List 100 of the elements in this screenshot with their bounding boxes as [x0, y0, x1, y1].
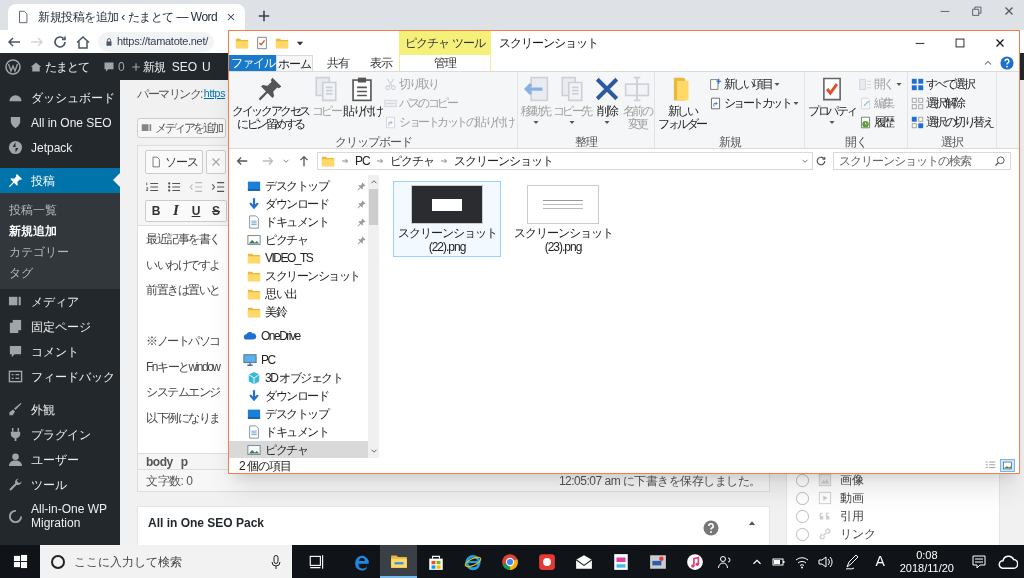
- ribbon-button[interactable]: すべて選択: [910, 76, 974, 92]
- breadcrumb-item[interactable]: ピクチャ: [389, 152, 434, 170]
- comments-link[interactable]: 0: [103, 57, 125, 76]
- reload-icon[interactable]: [52, 33, 68, 50]
- address-field[interactable]: PC ピクチャ スクリーンショット: [317, 152, 813, 170]
- indent-icon[interactable]: [211, 180, 225, 194]
- search-field[interactable]: スクリーンショットの検索: [833, 152, 1011, 170]
- submenu-item[interactable]: 投稿一覧: [9, 199, 57, 220]
- ribbon-tab[interactable]: ファイル: [229, 55, 276, 71]
- scrollbar-thumb[interactable]: [369, 189, 378, 225]
- submenu-item[interactable]: 新規追加: [9, 220, 57, 241]
- ribbon-button[interactable]: 履歴: [858, 114, 893, 130]
- nav-item[interactable]: VIDEO_TS: [229, 249, 368, 267]
- sidebar-item[interactable]: コメント: [0, 339, 120, 364]
- refresh-icon[interactable]: [815, 155, 827, 167]
- sidebar-item[interactable]: メディア: [0, 289, 120, 314]
- file-item[interactable]: スクリーンショット (23).png: [509, 181, 617, 257]
- help-icon[interactable]: [1000, 56, 1014, 70]
- site-link[interactable]: たまとて: [30, 57, 89, 76]
- sidebar-item[interactable]: All-in-One WP Migration: [0, 497, 120, 535]
- ribbon-button[interactable]: 選択の切り替え: [910, 114, 993, 130]
- ribbon-tab[interactable]: 管理: [399, 55, 491, 71]
- ribbon-button[interactable]: ショートカット: [708, 95, 801, 111]
- checked-document-icon[interactable]: [255, 36, 269, 50]
- menu-link[interactable]: U: [202, 57, 211, 76]
- submenu-item[interactable]: タグ: [9, 262, 33, 283]
- nav-item[interactable]: 思い出: [229, 285, 368, 303]
- browser-tab[interactable]: 新規投稿を追加 ‹ たまとて — Word: [8, 4, 246, 30]
- speaker-icon[interactable]: [817, 553, 834, 570]
- ime-indicator[interactable]: A: [875, 551, 885, 572]
- nav-item[interactable]: 美鈴: [229, 303, 368, 321]
- radio-option[interactable]: 引用: [795, 507, 999, 525]
- scrollbar[interactable]: [368, 175, 379, 458]
- radio-option[interactable]: リンク: [795, 525, 999, 543]
- logo-icon[interactable]: [5, 58, 21, 75]
- ribbon-tab[interactable]: 表示: [362, 55, 399, 71]
- ribbon-button[interactable]: プロパティ: [807, 76, 857, 133]
- breadcrumb-item[interactable]: スクリーンショット: [453, 152, 553, 170]
- nav-item[interactable]: ダウンロード: [229, 387, 368, 405]
- submenu-item[interactable]: カテゴリー: [9, 241, 69, 262]
- nav-item[interactable]: ダウンロード: [229, 195, 368, 213]
- format-button[interactable]: I: [166, 201, 186, 221]
- numbered-list-icon[interactable]: [145, 180, 159, 194]
- nav-item[interactable]: OneDrive: [229, 327, 368, 345]
- file-item[interactable]: スクリーンショット (22).png: [393, 181, 501, 257]
- ribbon-button[interactable]: 新しい項目: [708, 76, 782, 92]
- nav-item[interactable]: ドキュメント: [229, 423, 368, 441]
- back-icon[interactable]: [235, 154, 249, 168]
- sidebar-item[interactable]: プラグイン: [0, 422, 120, 447]
- people-icon[interactable]: [717, 553, 734, 570]
- permalink-link[interactable]: https: [203, 86, 226, 102]
- sidebar-item[interactable]: ツール: [0, 472, 120, 497]
- nav-item[interactable]: 3D オブジェクト: [229, 369, 368, 387]
- search-box[interactable]: ここに入力して検索: [40, 545, 292, 578]
- taskbar-button[interactable]: [380, 545, 417, 578]
- path-element[interactable]: body: [146, 452, 173, 471]
- radio-option[interactable]: 動画: [795, 489, 999, 507]
- sidebar-item[interactable]: フィードバック: [0, 364, 120, 389]
- sidebar-item[interactable]: All in One SEO: [0, 110, 120, 135]
- maximize-icon[interactable]: [953, 36, 967, 50]
- ribbon-tab[interactable]: ホーム: [276, 55, 313, 71]
- nav-item[interactable]: スクリーンショット: [229, 267, 368, 285]
- search-field[interactable]: ここに入力して検索: [74, 552, 260, 571]
- source-button[interactable]: ソース: [145, 150, 203, 174]
- ribbon-button[interactable]: 貼り付け: [342, 76, 383, 133]
- new-link[interactable]: 新規: [130, 57, 165, 76]
- format-button[interactable]: B: [146, 201, 166, 221]
- sidebar-item[interactable]: ダッシュボード: [0, 85, 120, 110]
- format-button[interactable]: S: [206, 201, 226, 221]
- sidebar-item[interactable]: 投稿: [0, 168, 120, 193]
- restore-icon[interactable]: [970, 4, 984, 18]
- view-button[interactable]: [1000, 459, 1015, 472]
- radio-option[interactable]: 画像: [795, 471, 999, 489]
- new-tab-icon[interactable]: [257, 9, 272, 23]
- ribbon-button[interactable]: 新しい フォルダー: [657, 76, 707, 133]
- bullet-list-icon[interactable]: [167, 180, 181, 194]
- ribbon-tab[interactable]: 共有: [319, 55, 356, 71]
- nav-item[interactable]: PC: [229, 351, 368, 369]
- radio-button[interactable]: [795, 490, 810, 506]
- notification-icon[interactable]: [971, 553, 987, 570]
- nav-item[interactable]: ドキュメント: [229, 213, 368, 231]
- radio-button[interactable]: [795, 472, 810, 488]
- up-icon[interactable]: [297, 154, 311, 168]
- nav-item[interactable]: デスクトップ: [229, 177, 368, 195]
- sidebar-item[interactable]: Jetpack: [0, 135, 120, 160]
- sidebar-item[interactable]: 固定ページ: [0, 314, 120, 339]
- sidebar-item[interactable]: 外観: [0, 397, 120, 422]
- address-bar[interactable]: https://tamatote.net/: [98, 31, 214, 52]
- pen-icon[interactable]: [844, 553, 861, 570]
- ribbon-button[interactable]: 選択解除: [910, 95, 964, 111]
- ribbon-button[interactable]: 削除: [592, 76, 621, 133]
- nav-item[interactable]: ピクチャ: [229, 231, 368, 249]
- nav-item[interactable]: デスクトップ: [229, 405, 368, 423]
- add-media-button[interactable]: メディアを追加: [137, 118, 226, 138]
- path-element[interactable]: p: [180, 452, 188, 471]
- home-icon[interactable]: [75, 33, 91, 50]
- seo-link[interactable]: SEO: [171, 57, 198, 76]
- ribbon-button[interactable]: クイック アクセス にピン留めする: [231, 76, 310, 133]
- radio-button[interactable]: [795, 526, 810, 542]
- help-icon[interactable]: [703, 520, 719, 536]
